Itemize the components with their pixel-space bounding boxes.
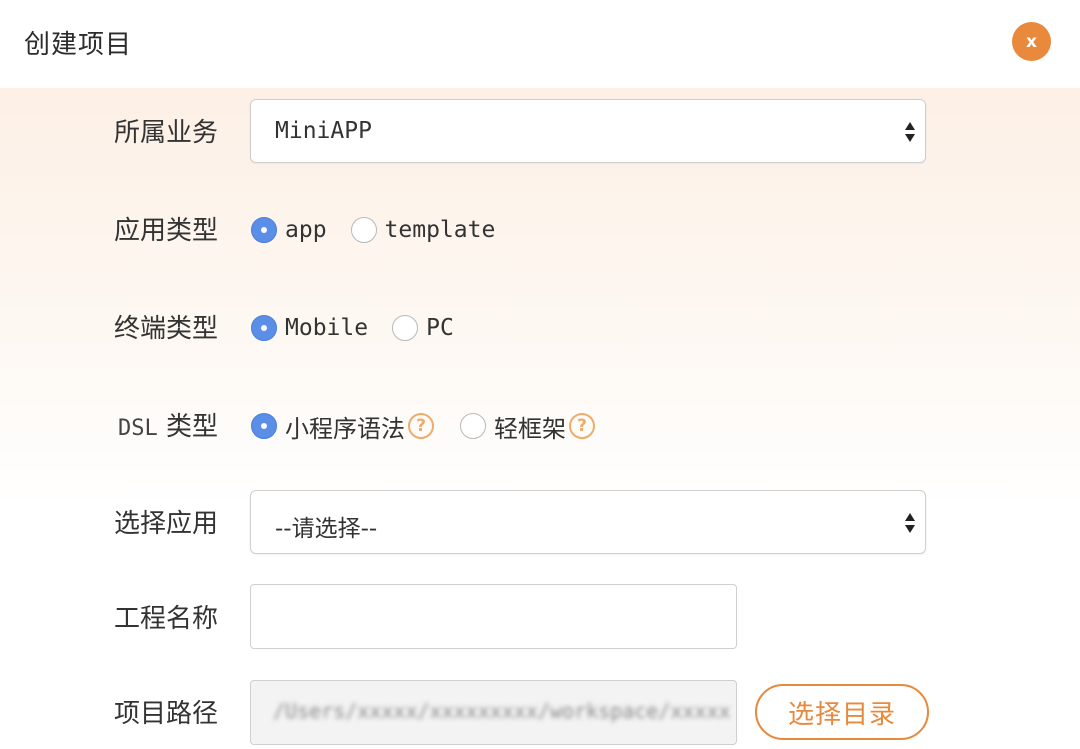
terminal-type-radio-pc[interactable] — [392, 315, 419, 341]
select-arrows-icon — [905, 122, 915, 142]
app-type-radio-app[interactable] — [251, 217, 277, 243]
dsl-type-option-miniprogram: 小程序语法 — [285, 414, 405, 443]
select-app-label: 选择应用 — [113, 509, 218, 539]
help-icon[interactable]: ? — [569, 413, 595, 439]
dsl-type-radio-miniprogram[interactable] — [251, 413, 277, 439]
project-name-input[interactable] — [250, 584, 737, 649]
select-arrows-icon — [905, 513, 915, 533]
choose-directory-button[interactable]: 选择目录 — [755, 684, 929, 740]
dsl-type-radio-light-framework[interactable] — [460, 413, 486, 439]
terminal-type-label: 终端类型 — [113, 314, 218, 344]
dialog-header: 创建项目 x — [0, 0, 1080, 88]
dialog-title: 创建项目 — [24, 30, 133, 60]
app-type-label: 应用类型 — [113, 216, 218, 246]
dsl-type-label-suffix: 类型 — [165, 412, 218, 442]
select-app-select[interactable]: --请选择-- — [250, 490, 926, 554]
app-type-option-template: template — [384, 217, 496, 243]
project-path-input[interactable]: /Users/xxxxx/xxxxxxxxx/workspace/xxxxx/x… — [250, 680, 737, 745]
help-icon[interactable]: ? — [408, 413, 434, 439]
app-type-radio-group: app template — [251, 212, 495, 248]
project-path-label: 项目路径 — [113, 699, 218, 729]
terminal-type-radio-group: Mobile PC — [251, 310, 454, 346]
app-type-option-app: app — [285, 217, 327, 243]
terminal-type-option-pc: PC — [426, 315, 454, 341]
app-type-radio-template[interactable] — [350, 217, 377, 243]
business-label: 所属业务 — [113, 118, 218, 148]
create-project-dialog: 创建项目 x 所属业务 MiniAPP 应用类型 app template 终端… — [0, 0, 1080, 749]
project-path-value: /Users/xxxxx/xxxxxxxxx/workspace/xxxxx/x… — [273, 699, 731, 723]
dsl-type-label-prefix: DSL — [117, 416, 158, 441]
dsl-type-option-light-framework: 轻框架 — [494, 414, 566, 443]
terminal-type-option-mobile: Mobile — [285, 315, 369, 341]
business-select-value: MiniAPP — [275, 118, 372, 144]
form-body: 所属业务 MiniAPP 应用类型 app template 终端类型 Mobi… — [0, 88, 1080, 749]
project-name-label: 工程名称 — [113, 604, 218, 634]
dsl-type-label: DSL 类型 — [118, 406, 218, 443]
close-icon: x — [1026, 31, 1037, 52]
terminal-type-radio-mobile[interactable] — [251, 315, 277, 341]
dsl-type-radio-group: 小程序语法 ? 轻框架 ? — [251, 408, 595, 444]
close-button[interactable]: x — [1012, 22, 1051, 61]
select-app-value: --请选择-- — [275, 516, 378, 542]
business-select[interactable]: MiniAPP — [250, 99, 926, 163]
